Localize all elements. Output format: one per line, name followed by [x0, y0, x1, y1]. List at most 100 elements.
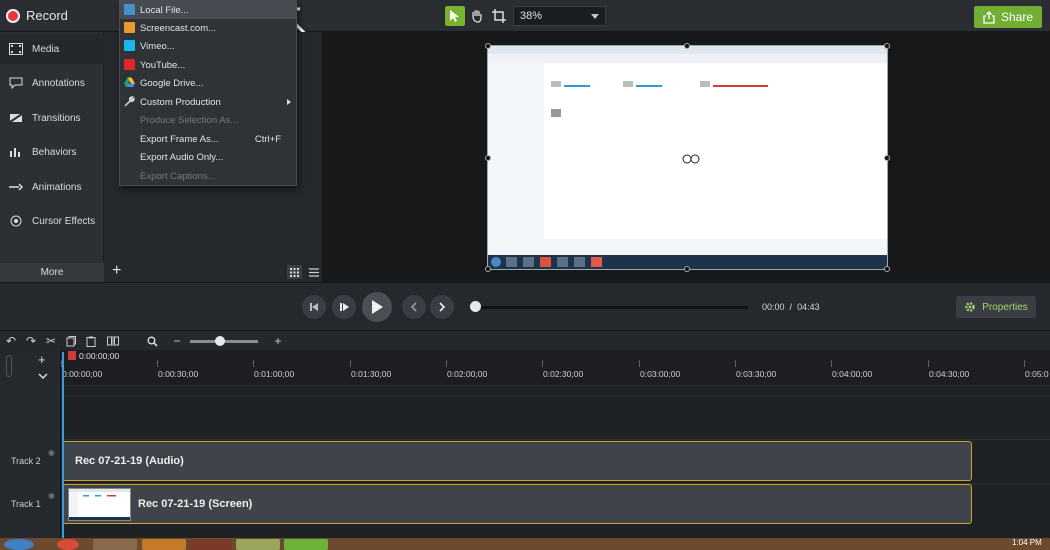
- screen-recording-preview: [488, 46, 887, 269]
- resize-handle[interactable]: [884, 266, 890, 272]
- start-button[interactable]: [4, 539, 34, 550]
- pan-tool-button[interactable]: [467, 6, 487, 26]
- previous-marker-button[interactable]: [402, 295, 426, 319]
- taskbar-app-icon[interactable]: [236, 539, 280, 550]
- ruler-tick-label: 0:00:00;00: [62, 369, 103, 379]
- crop-tool-button[interactable]: [489, 6, 509, 26]
- sidebar-item-transitions[interactable]: Transitions: [0, 103, 104, 133]
- playhead-handle[interactable]: [68, 351, 76, 360]
- next-marker-button[interactable]: [430, 295, 454, 319]
- scrub-bar[interactable]: [476, 306, 748, 309]
- next-frame-button[interactable]: [332, 295, 356, 319]
- track-visibility-icon[interactable]: ◉: [48, 491, 55, 500]
- menu-item-label: YouTube...: [140, 59, 186, 71]
- grid-view-button[interactable]: [287, 265, 302, 279]
- resize-handle[interactable]: [485, 43, 491, 49]
- resize-handle[interactable]: [684, 266, 690, 272]
- properties-label: Properties: [982, 301, 1028, 313]
- menu-item-vimeo[interactable]: Vimeo...: [120, 37, 296, 55]
- menu-item-label: Export Frame As...: [140, 133, 219, 145]
- ruler-tick-label: 0:03:00;00: [640, 369, 681, 379]
- track-header-column: + Track 2 Track 1 ◉ ◉: [0, 350, 61, 550]
- film-icon: [8, 42, 24, 56]
- resize-handle[interactable]: [684, 43, 690, 49]
- screen-clip[interactable]: Rec 07-21-19 (Screen): [62, 484, 972, 524]
- select-tool-button[interactable]: [445, 6, 465, 26]
- sidebar-item-media[interactable]: Media: [0, 34, 104, 64]
- track-height-slider[interactable]: [6, 355, 12, 377]
- ruler-tick-label: 0:04:30;00: [929, 369, 970, 379]
- split-button[interactable]: [106, 334, 120, 348]
- list-view-button[interactable]: [306, 265, 321, 279]
- collapse-tracks-button[interactable]: [38, 367, 52, 380]
- resize-handle[interactable]: [485, 155, 491, 161]
- redo-button[interactable]: ↷: [24, 334, 38, 348]
- add-media-button[interactable]: +: [112, 263, 121, 279]
- zoom-level-value: 38%: [520, 10, 543, 22]
- clip-thumbnail: [68, 488, 131, 521]
- total-time: 04:43: [797, 302, 820, 312]
- ruler-tick-label: 0:01:00;00: [254, 369, 295, 379]
- zoom-out-button[interactable]: −: [170, 334, 184, 348]
- add-track-button[interactable]: +: [38, 352, 46, 367]
- chevron-down-icon: [591, 14, 599, 19]
- timeline-zoom-handle[interactable]: [215, 336, 225, 346]
- menu-item-screencast[interactable]: Screencast.com...: [120, 19, 296, 37]
- timeline-ruler[interactable]: 0:00:00;00 0:00:00;00 0:00:30;00 0:01:00…: [61, 350, 1050, 386]
- track-lane-empty[interactable]: [61, 396, 1050, 440]
- menu-item-label: Vimeo...: [140, 40, 175, 52]
- arrow-cursor-icon: [450, 10, 459, 22]
- menu-item-label: Produce Selection As...: [140, 114, 239, 126]
- resize-handle[interactable]: [485, 266, 491, 272]
- menu-item-export-frame[interactable]: Export Frame As... Ctrl+F: [120, 130, 296, 148]
- menu-item-shortcut: Ctrl+F: [254, 133, 281, 145]
- step-forward-icon: [340, 303, 349, 311]
- plus-icon: +: [274, 334, 282, 348]
- audio-clip[interactable]: Rec 07-21-19 (Audio): [62, 441, 972, 481]
- undo-button[interactable]: ↶: [4, 334, 18, 348]
- paste-button[interactable]: [84, 334, 98, 348]
- menu-item-export-captions: Export Captions...: [120, 167, 296, 185]
- google-drive-icon: [124, 77, 135, 88]
- taskbar-app-icon[interactable]: [57, 539, 79, 550]
- sidebar-item-behaviors[interactable]: Behaviors: [0, 137, 104, 167]
- properties-button[interactable]: Properties: [956, 296, 1036, 318]
- record-button[interactable]: Record: [6, 8, 68, 23]
- menu-item-custom-production[interactable]: Custom Production: [120, 93, 296, 111]
- menu-item-youtube[interactable]: YouTube...: [120, 56, 296, 74]
- zoom-level-select[interactable]: 38%: [513, 6, 606, 26]
- sidebar-item-label: Transitions: [32, 112, 81, 124]
- play-button[interactable]: [362, 292, 392, 322]
- sidebar-item-cursor-effects[interactable]: Cursor Effects: [0, 206, 104, 236]
- taskbar-app-icon[interactable]: [284, 539, 328, 550]
- menu-item-local-file[interactable]: Local File...: [120, 1, 296, 19]
- ruler-tick-label: 0:02:00;00: [447, 369, 488, 379]
- track-visibility-icon[interactable]: ◉: [48, 448, 55, 457]
- share-button[interactable]: Share: [974, 6, 1042, 28]
- menu-item-export-audio[interactable]: Export Audio Only...: [120, 148, 296, 166]
- menu-item-google-drive[interactable]: Google Drive...: [120, 74, 296, 92]
- taskbar-app-icon[interactable]: [93, 539, 137, 550]
- more-button[interactable]: More: [0, 263, 104, 282]
- taskbar-app-icon[interactable]: [188, 539, 232, 550]
- animation-icon: [8, 180, 24, 194]
- menu-item-label: Screencast.com...: [140, 22, 217, 34]
- zoom-in-button[interactable]: +: [271, 334, 285, 348]
- canvas-preview[interactable]: [487, 45, 888, 270]
- sidebar-item-animations[interactable]: Animations: [0, 172, 104, 202]
- zoom-search-button[interactable]: [145, 334, 159, 348]
- taskbar-app-icon[interactable]: [142, 539, 186, 550]
- copy-button[interactable]: [64, 334, 78, 348]
- previous-frame-button[interactable]: [302, 295, 326, 319]
- scrub-handle[interactable]: [470, 301, 481, 312]
- resize-handle[interactable]: [884, 43, 890, 49]
- hand-icon: [472, 10, 482, 23]
- sidebar-item-annotations[interactable]: Annotations: [0, 68, 104, 98]
- transition-icon: [8, 111, 24, 125]
- resize-handle[interactable]: [884, 155, 890, 161]
- crop-icon: [492, 9, 506, 23]
- cut-button[interactable]: ✂: [44, 334, 58, 348]
- sidebar-item-label: Cursor Effects: [32, 215, 96, 227]
- playhead-line[interactable]: [62, 352, 64, 548]
- playback-controls: 00:00 / 04:43 Properties: [0, 282, 1050, 330]
